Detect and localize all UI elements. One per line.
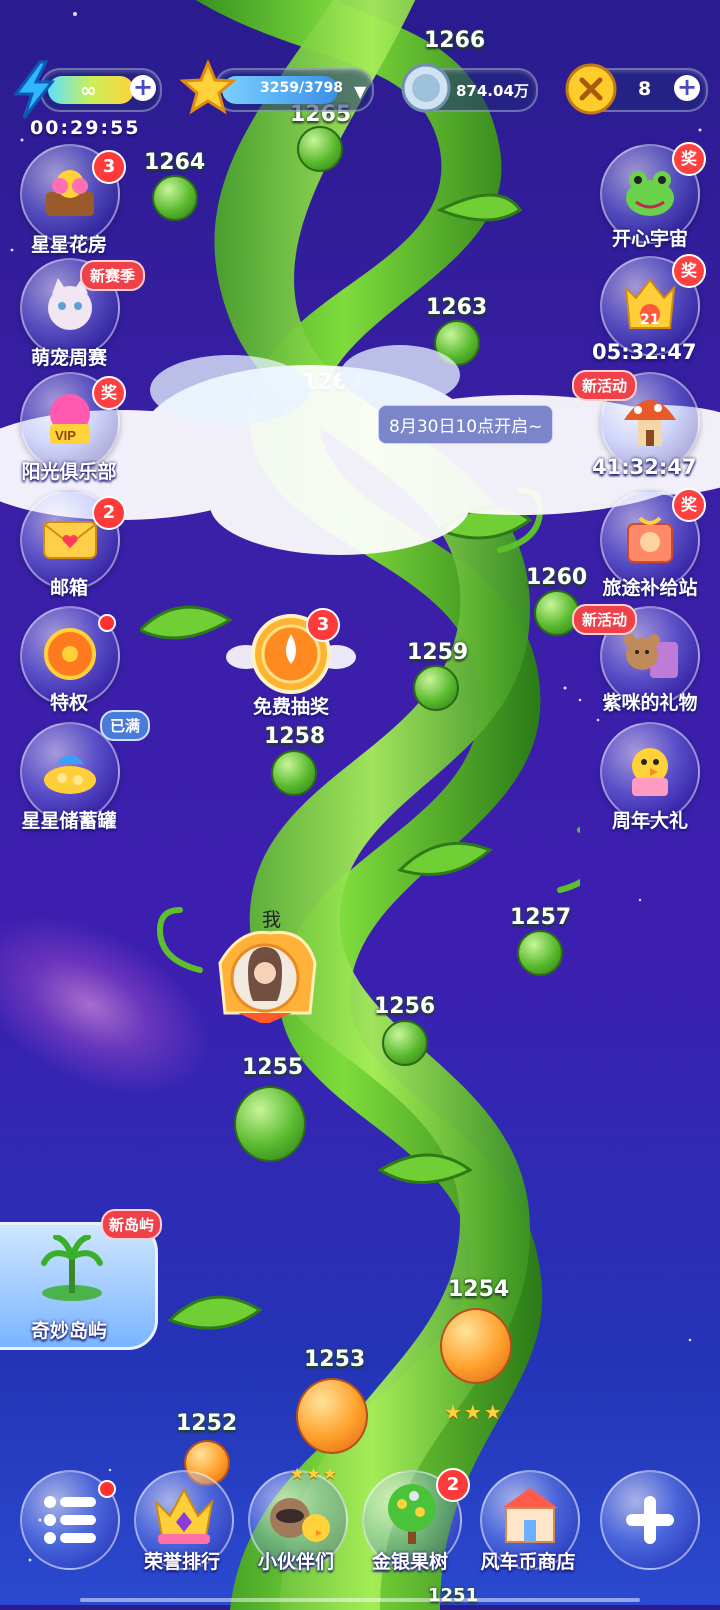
supply-box-icon — [627, 516, 673, 563]
plus-icon — [626, 1496, 674, 1544]
energy-bar: ∞ + — [40, 68, 162, 112]
shop-icon — [502, 1488, 558, 1543]
island-icon — [41, 1235, 103, 1301]
three-stars-icon: ★★★ — [444, 1400, 504, 1424]
energy-timer: 00:29:55 — [30, 117, 141, 139]
privilege-red-dot — [98, 614, 116, 632]
menu-red-dot — [98, 1480, 116, 1498]
mail-label: 邮箱 — [49, 577, 88, 599]
lightning-icon — [13, 60, 56, 119]
star-progress-value: 3259/3798 — [260, 80, 344, 96]
silver-coin-icon — [401, 63, 451, 113]
level-node[interactable] — [297, 126, 343, 172]
event-notice: 8月30日10点开启~ — [378, 405, 554, 444]
friends-icon — [270, 1498, 330, 1542]
mail-icon — [43, 521, 97, 559]
fruit-tree-badge: 2 — [436, 1468, 470, 1502]
happy-universe-reward-tag: 奖 — [672, 142, 706, 176]
chick-gift-icon — [632, 748, 668, 796]
zimi-gift-label: 紫咪的礼物 — [602, 692, 698, 714]
mail-badge: 2 — [92, 496, 126, 530]
menu-button[interactable] — [20, 1470, 120, 1570]
anniversary-reward-tag: 奖 — [672, 254, 706, 288]
level-number: 1259 — [407, 640, 469, 665]
menu-list-icon — [44, 1496, 96, 1544]
gold-coin-plus-button[interactable]: + — [674, 75, 700, 101]
fruit-tree-icon — [388, 1484, 436, 1544]
star-icon — [180, 60, 236, 115]
supply-station-reward-tag: 奖 — [672, 488, 706, 522]
free-draw-label: 免费抽奖 — [252, 696, 329, 718]
mushroom-event-tag: 新活动 — [572, 370, 638, 401]
player-avatar-marker[interactable]: 我 — [210, 905, 320, 1025]
flower-house-badge: 3 — [92, 150, 126, 184]
chevron-down-icon[interactable]: ▼ — [354, 82, 366, 101]
avatar-frame — [218, 930, 317, 1023]
level-number: 1266 — [424, 28, 486, 53]
supply-station-label: 旅途补给站 — [602, 577, 698, 599]
level-node[interactable] — [413, 665, 459, 711]
happy-universe-label: 开心宇宙 — [611, 228, 688, 250]
gold-coin-value: 8 — [638, 78, 652, 100]
level-node[interactable] — [152, 175, 198, 221]
windmill-shop-label: 风车币商店 — [480, 1551, 576, 1573]
privilege-wheel-icon — [44, 628, 96, 680]
silver-coin-value: 874.04万 — [456, 82, 529, 100]
level-number: 1253 — [304, 1347, 366, 1372]
zimi-gift-event-tag: 新活动 — [572, 604, 638, 635]
level-node-completed[interactable] — [296, 1378, 368, 1454]
vip-club-label: 阳光俱乐部 — [21, 461, 117, 483]
mushroom-event-countdown: 41:32:47 — [592, 455, 697, 479]
pet-weekly-tag: 新赛季 — [80, 260, 146, 291]
level-number: 1254 — [448, 1277, 510, 1302]
frog-icon — [626, 171, 674, 216]
level-number: 1252 — [176, 1411, 238, 1436]
piggy-bank-icon — [44, 755, 96, 794]
anniversary-gift-label: 周年大礼 — [611, 810, 688, 832]
level-node-completed[interactable] — [440, 1308, 512, 1384]
friends-stars-icon: ★★★ — [290, 1464, 340, 1483]
wonder-island-tag: 新岛屿 — [101, 1209, 163, 1240]
energy-value: ∞ — [80, 78, 97, 102]
level-number: 1255 — [242, 1055, 304, 1080]
star-progress-bar[interactable]: 3259/3798 ▼ — [214, 68, 374, 112]
flower-house-label: 星星花房 — [30, 234, 107, 256]
free-draw-button[interactable]: 3 免费抽奖 — [226, 608, 356, 722]
anniversary-countdown: 05:32:47 — [592, 340, 697, 364]
current-level-node[interactable] — [234, 1086, 306, 1162]
level-node[interactable] — [271, 750, 317, 796]
energy-plus-button[interactable]: + — [130, 75, 156, 101]
flower-house-icon — [46, 170, 94, 216]
level-node[interactable] — [382, 1020, 428, 1066]
home-indicator — [80, 1598, 640, 1602]
level-number: 1264 — [144, 150, 206, 175]
left-menu-item[interactable]: 3 — [20, 144, 126, 244]
wonder-island-label: 奇妙岛屿 — [30, 1320, 107, 1342]
level-number: 1251 — [428, 1585, 479, 1606]
free-draw-badge: 3 — [306, 608, 340, 642]
piggy-bank-label: 星星储蓄罐 — [21, 810, 117, 832]
level-number: 1258 — [264, 724, 326, 749]
piggy-bank-full-tag: 已满 — [100, 710, 151, 741]
level-number: 1257 — [510, 905, 572, 930]
anniversary-number: 21 — [640, 312, 660, 328]
level-number: 1256 — [374, 994, 436, 1019]
svg-text:VIP: VIP — [55, 428, 76, 443]
level-number: 1263 — [426, 295, 488, 320]
vip-club-reward-tag: 奖 — [92, 376, 126, 410]
gold-coin-icon — [565, 63, 617, 115]
crown-icon — [154, 1487, 214, 1544]
level-node[interactable] — [517, 930, 563, 976]
vip-club-icon: VIP — [50, 394, 90, 444]
add-button[interactable] — [600, 1470, 700, 1570]
pet-weekly-label: 萌宠周赛 — [30, 347, 107, 369]
